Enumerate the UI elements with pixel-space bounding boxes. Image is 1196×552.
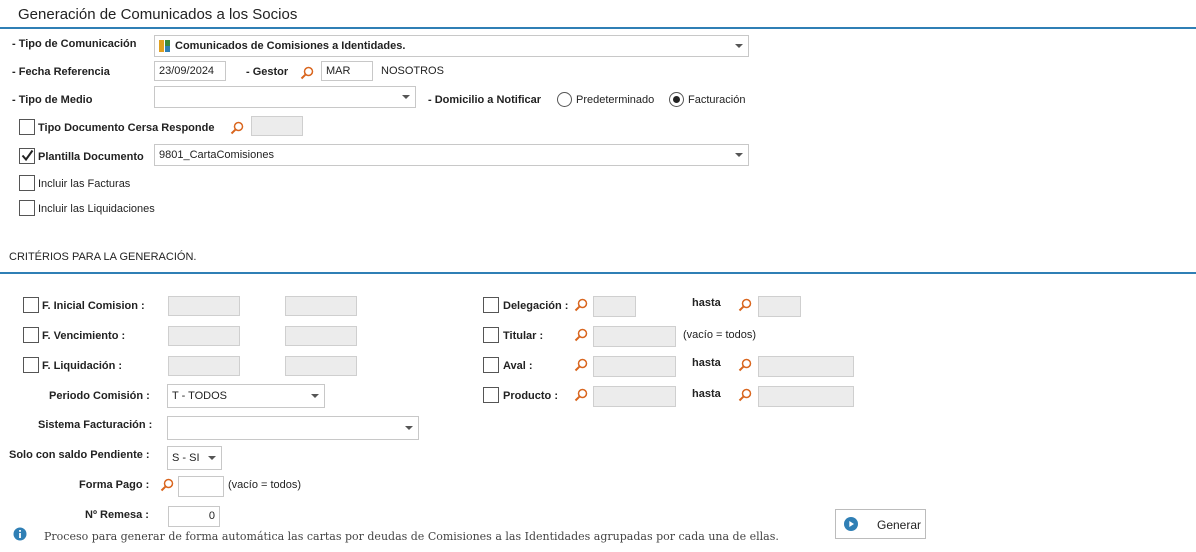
tipo-medio-select[interactable]: [154, 86, 416, 108]
play-icon: [844, 517, 858, 531]
f-vencimiento-from-input[interactable]: [168, 326, 240, 346]
producto-checkbox[interactable]: [483, 387, 499, 403]
fecha-referencia-label: - Fecha Referencia: [12, 66, 110, 78]
forma-pago-hint: (vacío = todos): [228, 479, 302, 491]
search-icon[interactable]: [574, 328, 588, 342]
delegacion-checkbox[interactable]: [483, 297, 499, 313]
forma-pago-label: Forma Pago :: [79, 479, 150, 491]
tipo-comunicacion-select[interactable]: Comunicados de Comisiones a Identidades.: [154, 35, 749, 57]
gestor-name: NOSOTROS: [381, 65, 444, 77]
incluir-facturas-checkbox[interactable]: [19, 175, 35, 191]
f-liquidacion-label: F. Liquidación :: [42, 360, 123, 372]
delegacion-from-input[interactable]: [593, 296, 636, 317]
f-liquidacion-to-input[interactable]: [285, 356, 357, 376]
chevron-down-icon: [735, 153, 743, 157]
header-divider: [0, 27, 1196, 29]
saldo-select[interactable]: S - SI: [167, 446, 222, 470]
chevron-down-icon: [735, 44, 743, 48]
search-icon[interactable]: [160, 478, 174, 492]
aval-from-input[interactable]: [593, 356, 676, 377]
search-icon[interactable]: [230, 121, 244, 135]
remesa-input[interactable]: 0: [168, 506, 220, 527]
f-liquidacion-from-input[interactable]: [168, 356, 240, 376]
plantilla-value: 9801_CartaComisiones: [159, 149, 274, 161]
radio-facturacion[interactable]: [669, 92, 684, 107]
plantilla-label: Plantilla Documento: [38, 151, 144, 163]
plantilla-checkbox[interactable]: [19, 148, 35, 164]
search-icon[interactable]: [738, 388, 752, 402]
search-icon[interactable]: [574, 298, 588, 312]
process-description: Proceso para generar de forma automática…: [44, 530, 779, 543]
tipo-medio-label: - Tipo de Medio: [12, 94, 93, 106]
producto-hasta-label: hasta: [692, 388, 721, 400]
aval-hasta-label: hasta: [692, 357, 721, 369]
search-icon[interactable]: [738, 298, 752, 312]
tipo-documento-checkbox[interactable]: [19, 119, 35, 135]
radio-facturacion-label: Facturación: [688, 94, 746, 106]
titular-input[interactable]: [593, 326, 676, 347]
saldo-value: S - SI: [172, 452, 200, 464]
radio-predeterminado-label: Predeterminado: [576, 94, 655, 106]
forma-pago-input[interactable]: [178, 476, 224, 497]
info-icon: [13, 527, 27, 541]
tipo-documento-input[interactable]: [251, 116, 303, 136]
search-icon[interactable]: [574, 358, 588, 372]
remesa-label: Nº Remesa :: [85, 509, 149, 521]
sistema-select[interactable]: [167, 416, 419, 440]
tipo-documento-label: Tipo Documento Cersa Responde: [38, 122, 215, 134]
page-title: Generación de Comunicados a los Socios: [18, 6, 298, 23]
chevron-down-icon: [208, 456, 216, 460]
document-type-icon: [159, 40, 170, 52]
radio-predeterminado[interactable]: [557, 92, 572, 107]
f-liquidacion-checkbox[interactable]: [23, 357, 39, 373]
titular-checkbox[interactable]: [483, 327, 499, 343]
plantilla-select[interactable]: 9801_CartaComisiones: [154, 144, 749, 166]
tipo-comunicacion-label: - Tipo de Comunicación: [12, 38, 137, 50]
aval-to-input[interactable]: [758, 356, 854, 377]
delegacion-to-input[interactable]: [758, 296, 801, 317]
tipo-comunicacion-value: Comunicados de Comisiones a Identidades.: [175, 40, 406, 52]
delegacion-hasta-label: hasta: [692, 297, 721, 309]
f-vencimiento-label: F. Vencimiento :: [42, 330, 126, 342]
periodo-select[interactable]: T - TODOS: [167, 384, 325, 408]
incluir-liquidaciones-label: Incluir las Liquidaciones: [38, 203, 155, 215]
f-inicial-label: F. Inicial Comision :: [42, 300, 145, 312]
domicilio-label: - Domicilio a Notificar: [428, 94, 542, 106]
f-inicial-from-input[interactable]: [168, 296, 240, 316]
aval-label: Aval :: [503, 360, 533, 372]
sistema-label: Sistema Facturación :: [38, 419, 153, 431]
f-inicial-to-input[interactable]: [285, 296, 357, 316]
search-icon[interactable]: [300, 66, 314, 80]
gestor-code-input[interactable]: MAR: [321, 61, 373, 81]
incluir-liquidaciones-checkbox[interactable]: [19, 200, 35, 216]
chevron-down-icon: [311, 394, 319, 398]
criteria-divider: [0, 272, 1196, 274]
f-inicial-checkbox[interactable]: [23, 297, 39, 313]
delegacion-label: Delegación :: [503, 300, 569, 312]
saldo-label: Solo con saldo Pendiente :: [9, 449, 150, 461]
titular-hint: (vacío = todos): [683, 329, 757, 341]
periodo-value: T - TODOS: [172, 390, 228, 402]
producto-from-input[interactable]: [593, 386, 676, 407]
search-icon[interactable]: [574, 388, 588, 402]
producto-label: Producto :: [503, 390, 558, 402]
gestor-label: - Gestor: [246, 66, 289, 78]
producto-to-input[interactable]: [758, 386, 854, 407]
generar-button-label: Generar: [877, 518, 922, 532]
fecha-referencia-input[interactable]: 23/09/2024: [154, 61, 226, 81]
f-vencimiento-checkbox[interactable]: [23, 327, 39, 343]
f-vencimiento-to-input[interactable]: [285, 326, 357, 346]
generar-button[interactable]: Generar: [835, 509, 926, 539]
chevron-down-icon: [405, 426, 413, 430]
radio-selected-dot: [673, 96, 680, 103]
aval-checkbox[interactable]: [483, 357, 499, 373]
search-icon[interactable]: [738, 358, 752, 372]
periodo-label: Periodo Comisión :: [49, 390, 150, 402]
chevron-down-icon: [402, 95, 410, 99]
titular-label: Titular :: [503, 330, 544, 342]
incluir-facturas-label: Incluir las Facturas: [38, 178, 131, 190]
criteria-heading: CRITÉRIOS PARA LA GENERACIÓN.: [9, 251, 197, 263]
checkmark-icon: [21, 149, 34, 162]
